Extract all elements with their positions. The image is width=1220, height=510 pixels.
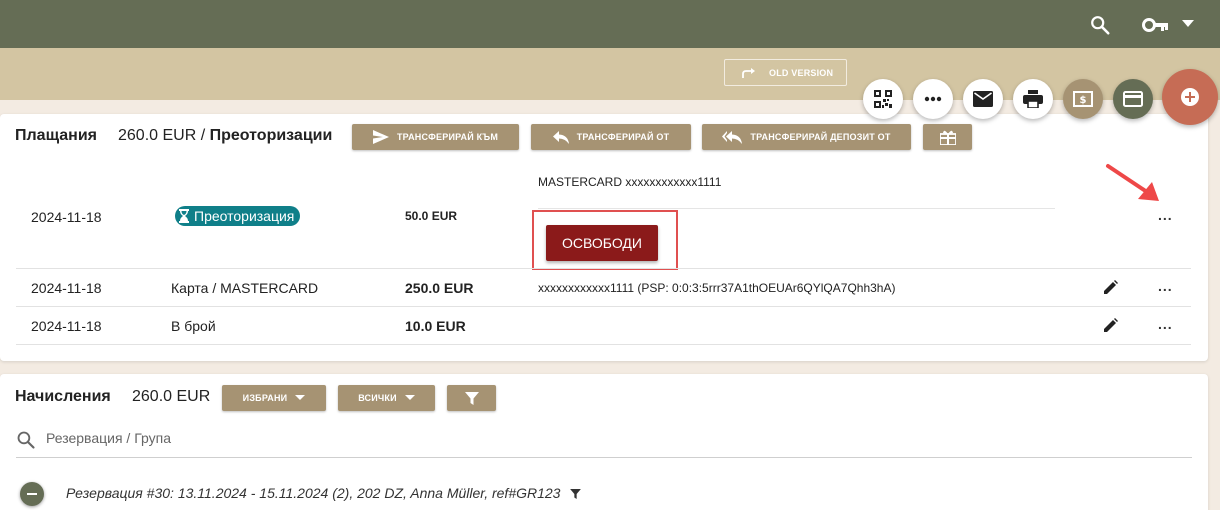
card-payment-button[interactable] (1113, 79, 1153, 119)
payments-separator: / (200, 127, 206, 144)
selected-dropdown-label: ИЗБРАНИ (242, 393, 288, 403)
row-menu-button[interactable]: ... (1158, 207, 1173, 223)
payments-amount-value: 260.0 EUR (118, 127, 197, 144)
top-bar (0, 0, 1220, 48)
old-version-button[interactable]: OLD VERSION (724, 59, 847, 86)
preauth-title: Преоторизации (209, 127, 333, 144)
transfer-to-label: ТРАНСФЕРИРАЙ КЪМ (396, 132, 499, 142)
filter-button[interactable] (447, 385, 496, 411)
key-icon[interactable] (1142, 15, 1170, 35)
credit-card-icon (1123, 91, 1143, 107)
preauth-date: 2024-11-18 (31, 209, 102, 225)
arrow-icon (1106, 164, 1159, 201)
hourglass-icon (179, 209, 189, 223)
chevron-down-icon (295, 395, 306, 400)
transfer-to-button[interactable]: ТРАНСФЕРИРАЙ КЪМ (352, 124, 519, 150)
redo-icon (742, 67, 755, 78)
reservation-search-input[interactable]: Резервация / Група (16, 428, 1192, 458)
release-button[interactable]: ОСВОБОДИ (546, 225, 658, 261)
gift-icon (939, 130, 956, 145)
qr-code-icon (874, 90, 892, 108)
gift-button[interactable] (923, 124, 972, 150)
charges-amount: 260.0 EUR (132, 388, 211, 405)
divider (538, 208, 1055, 209)
card-payment-details: xxxxxxxxxxxx1111 (PSP: 0:0:3:5rrr37A1thO… (538, 281, 896, 295)
card-payment-type: Карта / MASTERCARD (171, 280, 319, 296)
preauth-amount: 50.0 EUR (405, 209, 458, 223)
search-icon (17, 431, 35, 449)
cash-payment-date: 2024-11-18 (31, 318, 102, 334)
preauth-status-badge: Преоторизация (175, 206, 301, 226)
search-placeholder: Резервация / Група (46, 430, 171, 446)
row-menu-button[interactable]: ... (1158, 316, 1173, 332)
preauth-card-details: MASTERCARD xxxxxxxxxxxx1111 (538, 175, 722, 189)
cash-payment-amount: 10.0 EUR (405, 318, 466, 334)
send-icon (372, 130, 389, 144)
all-dropdown[interactable]: ВСИЧКИ (338, 385, 435, 411)
preauth-badge-label: Преоторизация (194, 208, 295, 224)
card-payment-amount: 250.0 EUR (405, 280, 474, 296)
row-menu-button[interactable]: ... (1158, 278, 1173, 294)
more-icon (924, 96, 942, 102)
pencil-icon[interactable] (1102, 318, 1118, 334)
pencil-icon[interactable] (1102, 280, 1118, 296)
print-icon (1023, 90, 1043, 108)
reservation-label: Резервация #30: 13.11.2024 - 15.11.2024 … (66, 485, 561, 501)
reply-all-icon (722, 130, 743, 144)
qr-code-button[interactable] (863, 79, 903, 119)
minus-icon (27, 493, 37, 495)
payments-amount: 260.0 EUR / Преоторизации (118, 127, 332, 145)
old-version-label: OLD VERSION (769, 67, 834, 78)
cash-payment-type: В брой (171, 318, 216, 334)
print-button[interactable] (1013, 79, 1053, 119)
search-icon[interactable] (1089, 14, 1111, 36)
filter-icon[interactable] (570, 489, 581, 499)
transfer-deposit-from-button[interactable]: ТРАНСФЕРИРАЙ ДЕПОЗИТ ОТ (702, 124, 911, 150)
add-icon (1181, 88, 1199, 106)
row-divider (16, 344, 1191, 345)
collapse-button[interactable] (20, 482, 44, 506)
more-actions-button[interactable] (913, 79, 953, 119)
svg-text:$: $ (1080, 95, 1087, 106)
transfer-deposit-from-label: ТРАНСФЕРИРАЙ ДЕПОЗИТ ОТ (750, 132, 891, 142)
transfer-from-label: ТРАНСФЕРИРАЙ ОТ (576, 132, 670, 142)
filter-icon (464, 391, 479, 405)
email-button[interactable] (963, 79, 1003, 119)
payments-title: Плащания (15, 127, 97, 144)
chevron-down-icon[interactable] (1182, 20, 1194, 27)
card-payment-date: 2024-11-18 (31, 280, 102, 296)
transfer-from-button[interactable]: ТРАНСФЕРИРАЙ ОТ (531, 124, 691, 150)
cash-icon: $ (1073, 91, 1093, 107)
add-button[interactable] (1162, 69, 1218, 125)
row-divider (16, 306, 1191, 307)
selected-dropdown[interactable]: ИЗБРАНИ (222, 385, 326, 411)
charges-title: Начисления (15, 388, 111, 405)
reply-icon (552, 130, 569, 144)
cash-button[interactable]: $ (1063, 79, 1103, 119)
all-dropdown-label: ВСИЧКИ (358, 393, 397, 403)
row-divider (16, 268, 1191, 269)
mail-icon (973, 91, 993, 107)
chevron-down-icon (404, 395, 415, 400)
